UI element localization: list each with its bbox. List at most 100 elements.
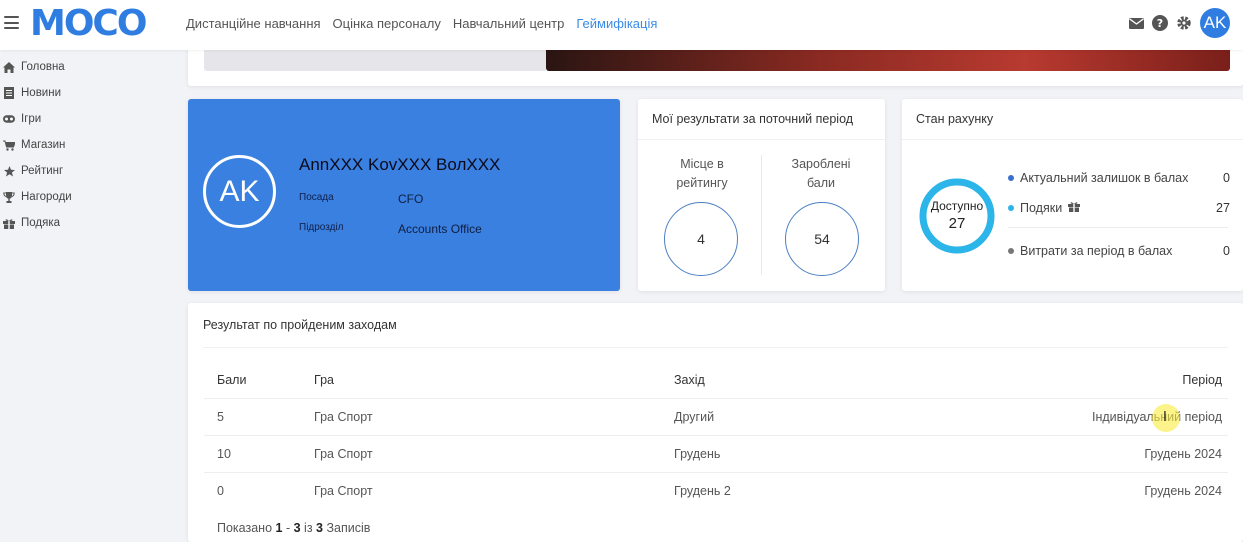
sidebar: Головна Новини Ігри Магазин Рейтинг Наго…	[0, 50, 180, 542]
table-row[interactable]: 0 Гра Спорт Грудень 2 Грудень 2024	[204, 472, 1228, 509]
legend-dot	[1008, 205, 1014, 211]
legend-expenses: Витрати за період в балах	[1008, 244, 1172, 258]
gift-icon	[1068, 201, 1081, 215]
gamepad-icon	[3, 113, 15, 125]
cell-event: Грудень 2	[674, 483, 731, 498]
sidebar-item-shop[interactable]: Магазин	[0, 132, 180, 158]
cell-points: 10	[204, 435, 301, 473]
profile-card: AK AnnXXX KovXXX ВолXXX Посада CFO Підро…	[188, 99, 620, 291]
cell-points: 0	[217, 483, 224, 498]
divider	[1008, 227, 1228, 228]
position-label: Посада	[299, 192, 334, 203]
envelope-icon[interactable]	[1128, 15, 1144, 31]
banner-image	[546, 50, 1230, 71]
place-circle: 4	[664, 202, 738, 276]
donut-center: Доступно 27	[918, 197, 996, 233]
pagination-total: 3	[316, 521, 323, 535]
sidebar-item-label: Ігри	[21, 113, 42, 125]
cart-icon	[3, 139, 15, 151]
sidebar-item-label: Новини	[21, 87, 62, 99]
star-icon	[3, 165, 15, 177]
table-row[interactable]: 10 Гра Спорт Грудень Грудень 2024	[204, 435, 1228, 473]
banner-placeholder	[204, 50, 546, 71]
divider	[203, 347, 1228, 348]
sidebar-item-label: Подяка	[21, 217, 61, 229]
divider	[761, 155, 762, 275]
sidebar-item-label: Магазин	[21, 139, 66, 151]
hamburger-menu-icon[interactable]	[4, 16, 19, 29]
app-logo[interactable]: MOCO	[30, 4, 147, 44]
nav-training-center[interactable]: Навчальний центр	[453, 16, 565, 31]
cell-points: 5	[204, 398, 301, 436]
home-icon	[3, 61, 15, 73]
department-label: Підрозділ	[299, 222, 344, 233]
account-title: Стан рахунку	[916, 112, 994, 126]
svg-text:?: ?	[1157, 17, 1163, 30]
pagination-prefix: Показано	[217, 521, 273, 535]
events-table: Бали Гра Захід Період 5 Гра Спорт Другий…	[204, 363, 1228, 509]
earned-circle: 54	[785, 202, 859, 276]
nav-distance-learning[interactable]: Дистанційне навчання	[186, 16, 321, 31]
column-header-points[interactable]: Бали	[204, 363, 301, 399]
nav-staff-assessment[interactable]: Оцінка персоналу	[333, 16, 441, 31]
pagination-from: 1	[275, 521, 283, 535]
cell-game: Гра Спорт	[301, 435, 661, 473]
pagination-suffix: Записів	[326, 521, 371, 535]
earned-label: Зароблені бали	[791, 157, 851, 190]
legend-thanks: Подяки	[1008, 201, 1081, 215]
sidebar-item-thanks[interactable]: Подяка	[0, 210, 180, 236]
table-row[interactable]: 5 Гра Спорт Другий Індивідуальний період	[204, 398, 1228, 436]
cell-game: Гра Спорт	[314, 483, 373, 498]
top-navigation: Дистанційне навчання Оцінка персоналу На…	[186, 16, 657, 31]
results-title: Мої результати за поточний період	[652, 112, 854, 126]
department-value: Accounts Office	[398, 222, 482, 236]
pagination-of: із	[304, 521, 313, 535]
pagination-info: Показано 1 - 3 із 3 Записів	[217, 521, 370, 535]
top-icons: ? AK	[1128, 8, 1243, 38]
nav-gamification[interactable]: Геймифікація	[576, 16, 657, 31]
cell-event: Грудень	[661, 435, 1001, 473]
events-title: Результат по пройденим заходам	[203, 318, 397, 332]
divider	[638, 139, 885, 140]
profile-name: AnnXXX KovXXX ВолXXX	[299, 155, 501, 174]
sidebar-item-awards[interactable]: Нагороди	[0, 184, 180, 210]
profile-avatar: AK	[203, 155, 276, 228]
my-results-card: Мої результати за поточний період Місце …	[638, 99, 885, 291]
top-bar: MOCO Дистанційне навчання Оцінка персона…	[0, 0, 1243, 50]
table-header-row: Бали Гра Захід Період	[204, 363, 1228, 399]
sidebar-item-news[interactable]: Новини	[0, 80, 180, 106]
legend-label: Актуальний залишок в балах	[1020, 171, 1189, 185]
gift-icon	[3, 217, 15, 229]
trophy-icon	[3, 191, 15, 203]
column-header-period[interactable]: Період	[1001, 363, 1228, 399]
place-label: Місце в рейтингу	[676, 157, 728, 190]
position-value: CFO	[398, 192, 424, 206]
legend-value: 0	[1223, 171, 1230, 185]
sidebar-item-home[interactable]: Головна	[0, 54, 180, 80]
user-avatar[interactable]: AK	[1200, 8, 1230, 38]
pagination-dash: -	[285, 521, 291, 535]
pagination-to: 3	[293, 521, 301, 535]
column-header-event[interactable]: Захід	[661, 363, 1001, 399]
legend-dot	[1008, 248, 1014, 254]
column-header-game[interactable]: Гра	[301, 363, 661, 399]
account-status-card: Стан рахунку Доступно 27 Актуальний зали…	[902, 99, 1243, 291]
sidebar-item-label: Рейтинг	[21, 165, 64, 177]
gear-icon[interactable]	[1176, 15, 1192, 31]
legend-label: Подяки	[1020, 201, 1063, 215]
cell-period: Індивідуальний період	[1001, 398, 1228, 436]
cell-period: Грудень 2024	[1001, 435, 1228, 473]
sidebar-item-games[interactable]: Ігри	[0, 106, 180, 132]
donut-label: Доступно	[930, 199, 984, 213]
cell-period: Грудень 2024	[1144, 483, 1222, 498]
question-icon[interactable]: ?	[1152, 15, 1168, 31]
cell-game: Гра Спорт	[301, 398, 661, 436]
legend-dot	[1008, 175, 1014, 181]
legend-current-balance: Актуальний залишок в балах	[1008, 171, 1188, 185]
sidebar-item-label: Головна	[21, 61, 65, 73]
legend-value: 0	[1223, 244, 1230, 258]
divider	[902, 139, 1243, 140]
cell-event: Другий	[661, 398, 1001, 436]
sidebar-item-rating[interactable]: Рейтинг	[0, 158, 180, 184]
news-icon	[3, 87, 15, 99]
